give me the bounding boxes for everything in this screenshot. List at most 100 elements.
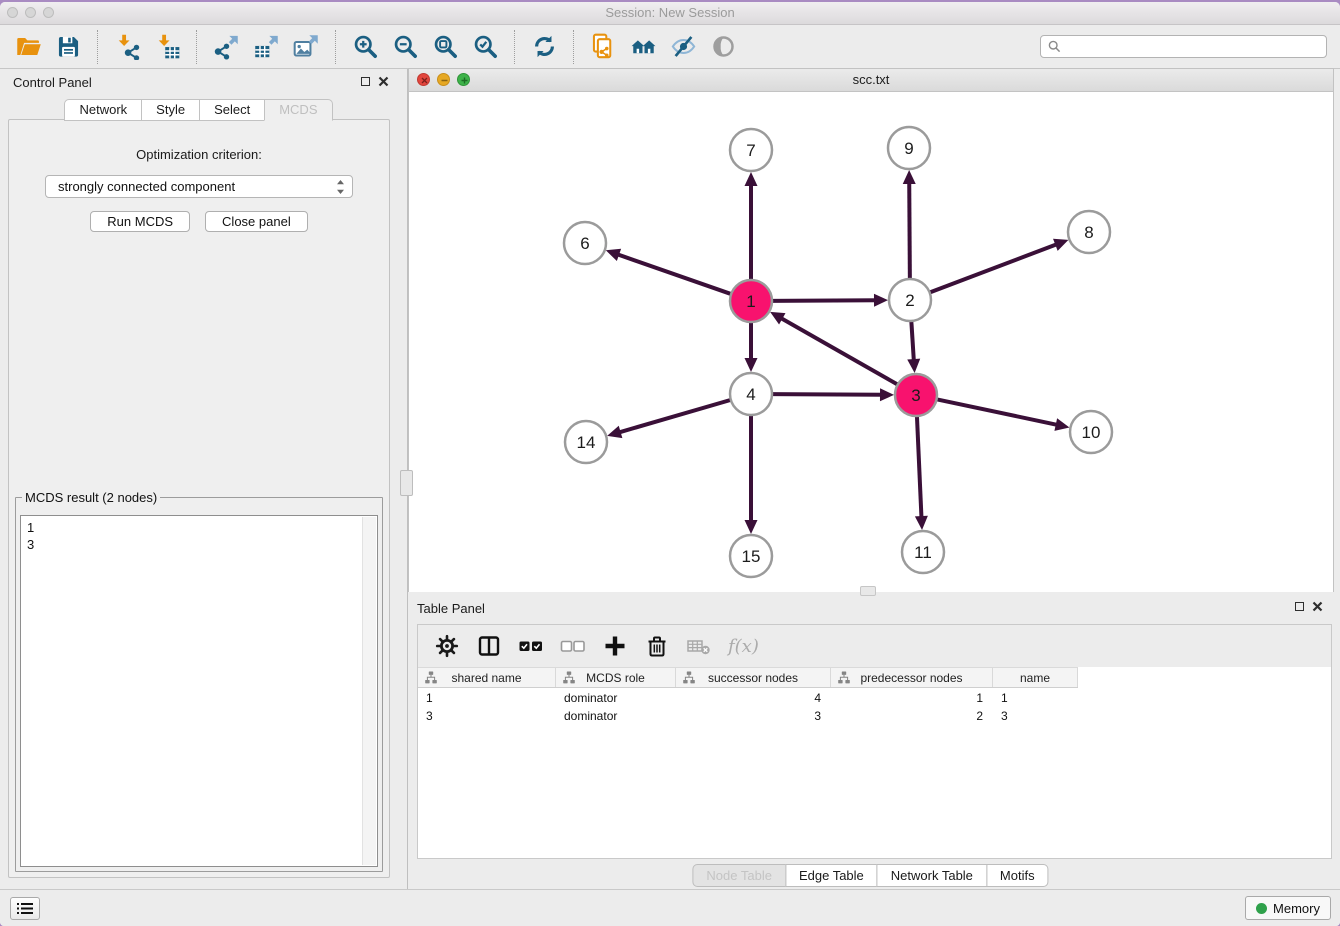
tab-network[interactable]: Network (64, 99, 142, 121)
edge-3-11[interactable] (917, 416, 922, 519)
node-table-body: 1dominator411 3dominator323 (418, 690, 1331, 724)
mcds-buttons-row: Run MCDS Close panel (9, 211, 389, 232)
table-cell: 3 (418, 708, 556, 724)
tab-node-table[interactable]: Node Table (692, 864, 786, 887)
refresh-layout-icon[interactable] (526, 30, 562, 64)
result-scrollbar[interactable] (362, 517, 376, 865)
edge-1-6[interactable] (616, 254, 731, 294)
graph-node-label: 8 (1084, 223, 1093, 242)
tab-select[interactable]: Select (199, 99, 265, 121)
toolbar-separator (97, 30, 98, 64)
memory-status-dot-icon (1256, 903, 1267, 914)
edge-2-3[interactable] (911, 321, 914, 362)
node-table-container: f(x) shared nameMCDS rolesuccessor nodes… (417, 624, 1332, 859)
zoom-selected-icon[interactable] (467, 30, 503, 64)
tab-edge-table[interactable]: Edge Table (785, 864, 878, 887)
open-folder-icon[interactable] (10, 30, 46, 64)
network-close-icon[interactable] (417, 73, 430, 86)
network-canvas-svg: 7968124314101511 (409, 92, 1333, 592)
zoom-out-icon[interactable] (387, 30, 423, 64)
edge-arrowhead (607, 426, 622, 438)
run-mcds-button[interactable]: Run MCDS (90, 211, 190, 232)
graph-node-label: 3 (911, 386, 920, 405)
zoom-in-icon[interactable] (347, 30, 383, 64)
edge-2-9[interactable] (909, 181, 910, 279)
function-builder-icon[interactable]: f(x) (724, 630, 763, 662)
memory-button[interactable]: Memory (1245, 896, 1331, 920)
vertical-splitter-handle[interactable] (400, 470, 413, 496)
import-table-icon[interactable] (149, 30, 185, 64)
horizontal-splitter-handle[interactable] (860, 586, 876, 596)
add-column-icon[interactable] (598, 630, 632, 662)
window-title: Session: New Session (0, 2, 1340, 24)
status-bar: Memory (0, 889, 1340, 926)
optimization-criterion-select[interactable]: strongly connected component (45, 175, 353, 198)
tab-mcds[interactable]: MCDS (264, 99, 332, 121)
deselect-checkboxes-icon[interactable] (556, 630, 590, 662)
tab-network-table[interactable]: Network Table (877, 864, 987, 887)
network-view-window: scc.txt 7968124314101511 (408, 68, 1334, 592)
homes-icon[interactable] (625, 30, 661, 64)
edge-arrowhead (745, 172, 758, 186)
network-canvas[interactable]: 7968124314101511 (409, 92, 1333, 592)
export-table-icon[interactable] (248, 30, 284, 64)
edge-arrowhead (1054, 418, 1069, 431)
close-panel-button[interactable]: Close panel (205, 211, 308, 232)
column-header-name[interactable]: name (993, 668, 1078, 687)
graph-node-label: 2 (905, 291, 914, 310)
close-table-panel-icon[interactable] (1312, 601, 1323, 612)
table-toolbar: f(x) (418, 625, 1331, 667)
delete-table-icon[interactable] (682, 630, 716, 662)
import-network-icon[interactable] (109, 30, 145, 64)
column-header-shared-name[interactable]: shared name (418, 668, 556, 687)
column-header-mcds-role[interactable]: MCDS role (556, 668, 676, 687)
table-row[interactable]: 3dominator323 (418, 708, 1331, 724)
graph-node-label: 11 (914, 543, 932, 562)
network-from-selection-icon[interactable] (585, 30, 621, 64)
select-all-checkboxes-icon[interactable] (514, 630, 548, 662)
graph-node-label: 15 (742, 547, 761, 566)
network-window-titlebar[interactable]: scc.txt (409, 69, 1333, 92)
table-panel: Table Panel (408, 592, 1334, 890)
window-minimize-icon[interactable] (25, 7, 36, 18)
close-panel-icon[interactable] (378, 76, 389, 87)
window-zoom-icon[interactable] (43, 7, 54, 18)
split-columns-icon[interactable] (472, 630, 506, 662)
eye-slash-icon[interactable] (665, 30, 701, 64)
search-icon (1048, 40, 1061, 53)
save-floppy-icon[interactable] (50, 30, 86, 64)
edge-3-10[interactable] (937, 399, 1059, 425)
trash-icon[interactable] (640, 630, 674, 662)
tab-style[interactable]: Style (141, 99, 200, 121)
mcds-result-text[interactable]: 13 (20, 515, 378, 867)
edge-1-2[interactable] (772, 300, 877, 301)
column-header-predecessor-nodes[interactable]: predecessor nodes (831, 668, 993, 687)
tab-motifs[interactable]: Motifs (986, 864, 1049, 887)
float-panel-icon[interactable] (361, 77, 370, 86)
edge-arrowhead (606, 249, 621, 261)
result-line: 3 (27, 536, 371, 553)
graph-node-label: 1 (746, 292, 755, 311)
edge-arrowhead (1053, 239, 1068, 251)
node-table-header-row: shared nameMCDS rolesuccessor nodesprede… (418, 667, 1078, 688)
gear-icon[interactable] (430, 630, 464, 662)
eye-icon[interactable] (705, 30, 741, 64)
zoom-fit-icon[interactable] (427, 30, 463, 64)
table-row[interactable]: 1dominator411 (418, 690, 1331, 706)
export-image-icon[interactable] (288, 30, 324, 64)
network-zoom-icon[interactable] (457, 73, 470, 86)
toolbar-separator (196, 30, 197, 64)
edge-4-3[interactable] (772, 394, 883, 395)
search-container (1040, 35, 1327, 58)
column-header-successor-nodes[interactable]: successor nodes (676, 668, 831, 687)
network-minimize-icon[interactable] (437, 73, 450, 86)
search-input[interactable] (1040, 35, 1327, 58)
float-table-panel-icon[interactable] (1295, 602, 1304, 611)
toolbar-separator (335, 30, 336, 64)
export-network-icon[interactable] (208, 30, 244, 64)
edge-3-1[interactable] (780, 317, 898, 384)
edge-2-8[interactable] (930, 244, 1059, 293)
window-close-icon[interactable] (7, 7, 18, 18)
edge-4-14[interactable] (618, 400, 731, 433)
task-history-list-icon[interactable] (10, 897, 40, 920)
